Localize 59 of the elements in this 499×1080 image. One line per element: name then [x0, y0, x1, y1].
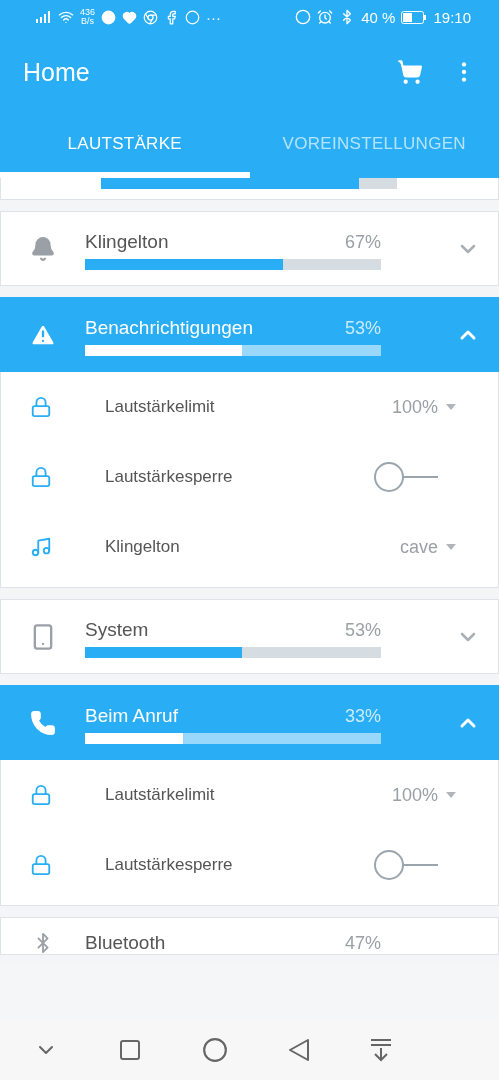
speed-unit: B/s — [81, 17, 94, 26]
back-icon[interactable] — [288, 1038, 310, 1062]
dropdown[interactable]: cave — [399, 532, 456, 562]
channel-name: Benachrichtigungen — [85, 317, 253, 339]
tab[interactable]: VOREINSTELLUNGEN — [249, 110, 499, 178]
battery-percent: 40 % — [361, 8, 396, 26]
toggle-switch[interactable] — [374, 849, 438, 881]
music-note-icon — [30, 536, 52, 558]
channel-percent: 67% — [344, 232, 381, 253]
lock-icon — [30, 466, 52, 488]
bell-icon — [30, 235, 56, 262]
alarm-icon — [317, 9, 334, 25]
volume-track[interactable] — [85, 647, 381, 658]
volume-track[interactable] — [85, 733, 381, 744]
recents-icon[interactable] — [118, 1038, 142, 1062]
channel-percent: 33% — [344, 706, 381, 727]
clock: 19:10 — [433, 8, 471, 26]
dropdown[interactable]: 100% — [391, 780, 456, 810]
caret-icon — [446, 792, 456, 798]
data-saver-icon — [295, 9, 312, 25]
wifi-icon — [58, 9, 74, 25]
toggle-switch[interactable] — [374, 461, 438, 493]
notification-icon — [101, 9, 117, 25]
channel-header[interactable]: Benachrichtigungen 53% — [0, 297, 499, 372]
channel-name: Beim Anruf — [85, 705, 178, 727]
channel-name: System — [85, 619, 149, 641]
lock-icon — [30, 784, 52, 806]
setting-label: Lautstärkelimit — [105, 397, 216, 417]
battery-icon — [401, 10, 428, 24]
caret-icon — [446, 544, 456, 550]
volume-card[interactable]: System 53% — [0, 599, 499, 674]
lock-icon — [30, 396, 52, 418]
home-icon[interactable] — [202, 1037, 228, 1063]
loading-icon — [185, 9, 201, 25]
heart-icon — [122, 9, 138, 25]
setting-label: Lautstärkesperre — [105, 467, 234, 487]
lock-icon — [30, 854, 52, 876]
pull-down-icon[interactable] — [370, 1038, 392, 1062]
speed-value: 436 — [80, 8, 96, 17]
app-title: Home — [23, 57, 91, 87]
channel-percent: 47% — [344, 933, 381, 954]
caret-icon — [446, 404, 456, 410]
dropdown[interactable]: 100% — [391, 392, 456, 422]
volume-card[interactable]: Klingelton 67% — [0, 211, 499, 286]
cart-icon[interactable] — [397, 59, 423, 85]
channel-header[interactable]: Beim Anruf 33% — [0, 685, 499, 760]
browser-icon — [143, 9, 159, 25]
setting-label: Lautstärkelimit — [105, 785, 216, 805]
setting-label: Lautstärkesperre — [105, 855, 234, 875]
setting-label: Klingelton — [105, 537, 181, 557]
signal-icon — [36, 11, 52, 23]
volume-track[interactable] — [85, 259, 381, 270]
channel-percent: 53% — [344, 318, 381, 339]
channel-percent: 53% — [344, 620, 381, 641]
more-notifications: ··· — [206, 8, 222, 26]
channel-name: Klingelton — [85, 231, 169, 253]
volume-track[interactable] — [85, 345, 381, 356]
channel-name: Bluetooth — [85, 932, 166, 954]
phone-icon — [30, 709, 56, 736]
